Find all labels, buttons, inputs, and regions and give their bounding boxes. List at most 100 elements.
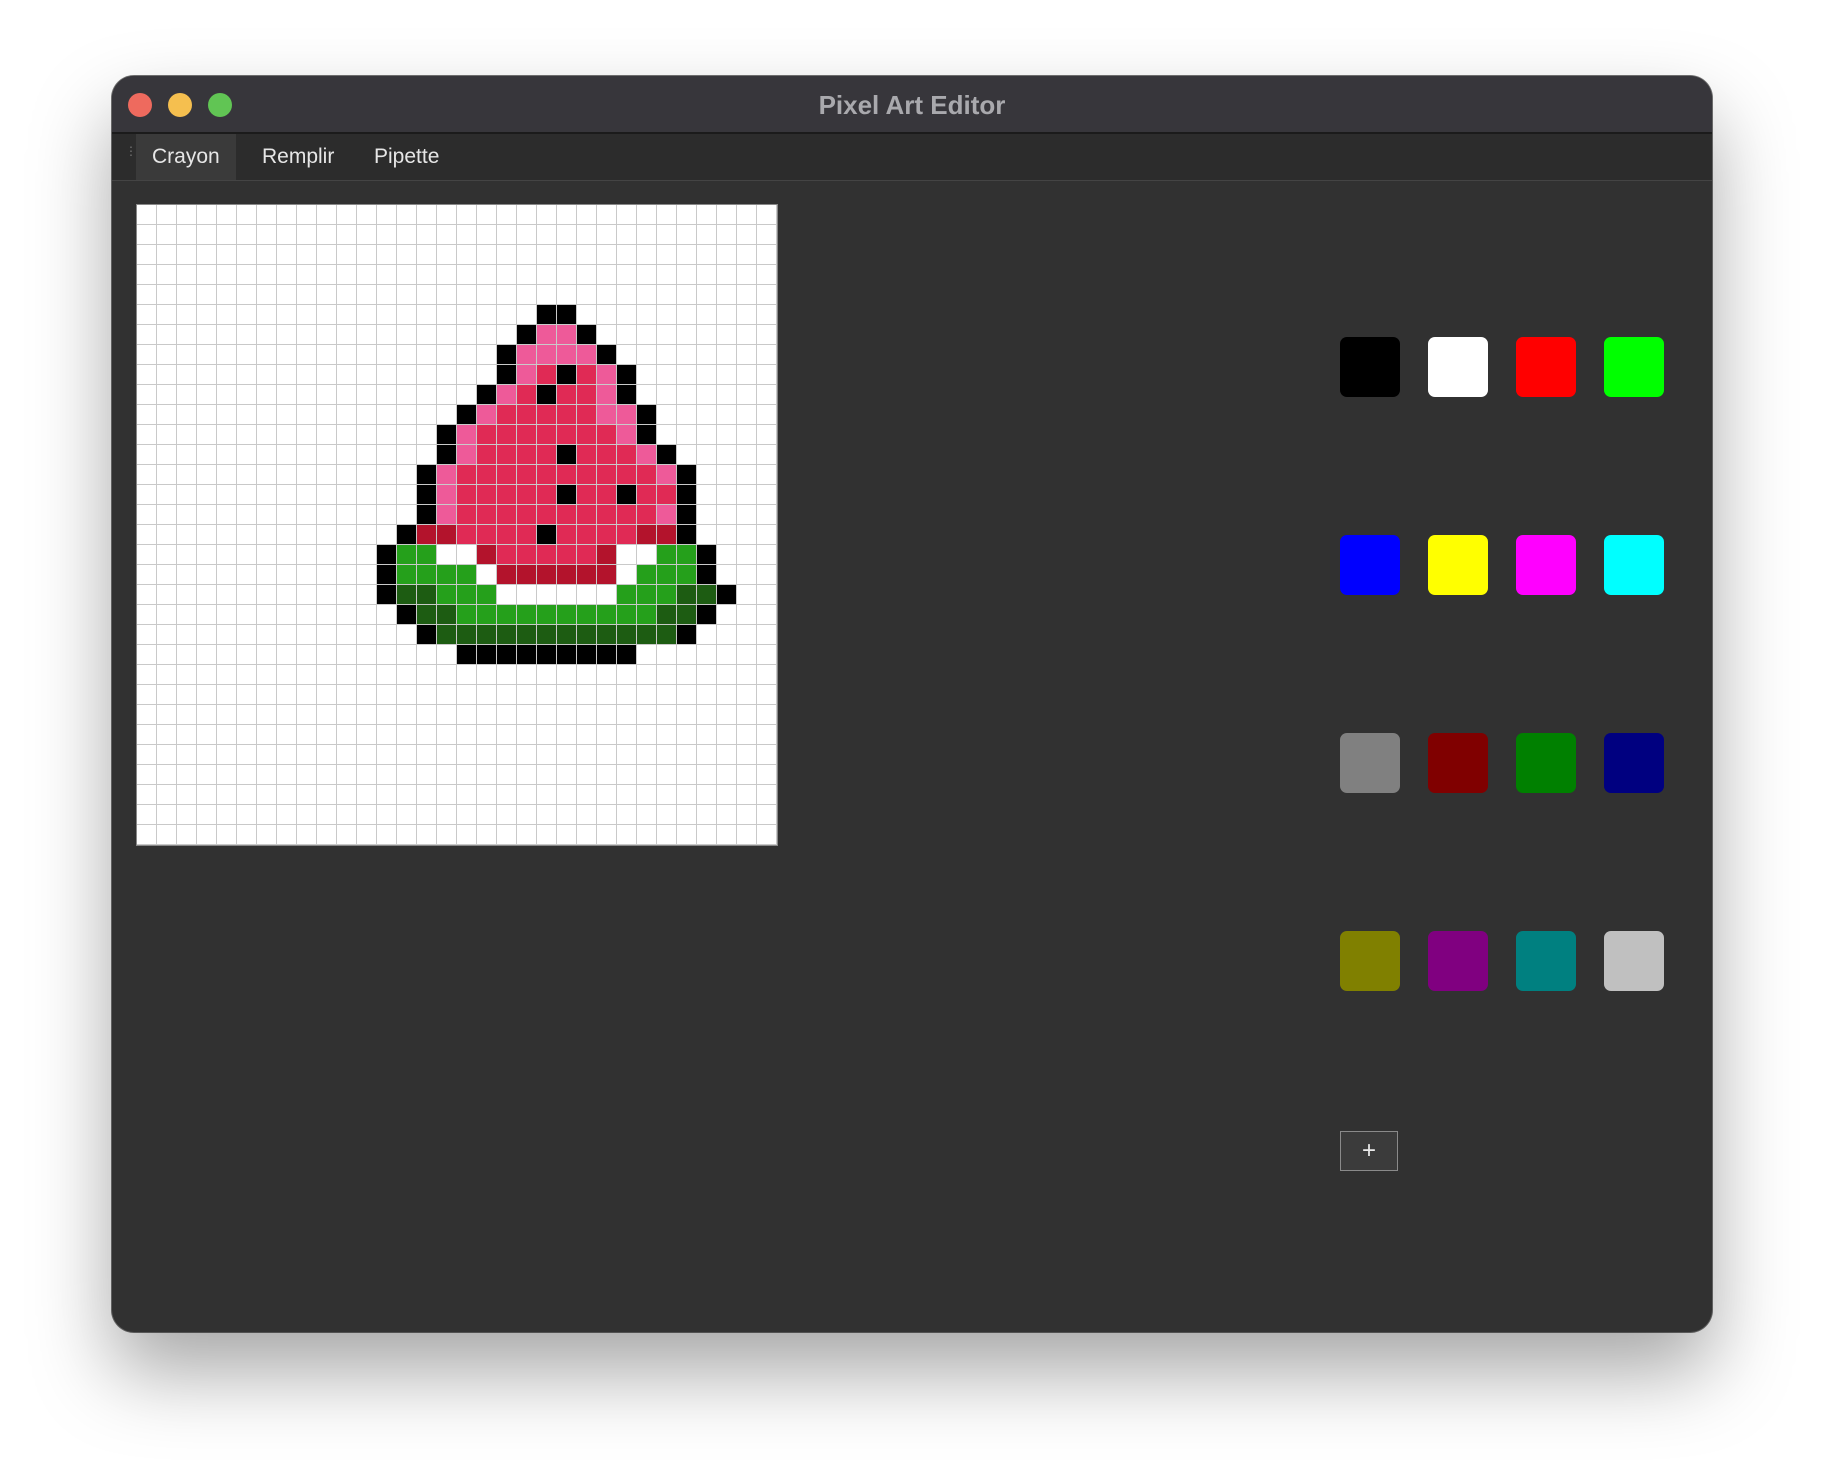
pixel-cell[interactable] xyxy=(537,725,557,745)
pixel-cell[interactable] xyxy=(497,485,517,505)
pixel-cell[interactable] xyxy=(197,325,217,345)
pixel-cell[interactable] xyxy=(757,305,777,325)
pixel-cell[interactable] xyxy=(637,365,657,385)
pixel-cell[interactable] xyxy=(357,545,377,565)
pixel-cell[interactable] xyxy=(197,565,217,585)
pixel-cell[interactable] xyxy=(617,325,637,345)
pixel-cell[interactable] xyxy=(457,425,477,445)
pixel-cell[interactable] xyxy=(257,245,277,265)
pixel-cell[interactable] xyxy=(657,525,677,545)
pixel-cell[interactable] xyxy=(237,245,257,265)
pixel-cell[interactable] xyxy=(677,665,697,685)
pixel-cell[interactable] xyxy=(617,245,637,265)
pixel-cell[interactable] xyxy=(417,625,437,645)
pixel-cell[interactable] xyxy=(337,525,357,545)
pixel-cell[interactable] xyxy=(157,325,177,345)
pixel-cell[interactable] xyxy=(417,485,437,505)
pixel-cell[interactable] xyxy=(277,725,297,745)
pixel-cell[interactable] xyxy=(517,265,537,285)
pixel-cell[interactable] xyxy=(737,685,757,705)
pixel-cell[interactable] xyxy=(137,505,157,525)
pixel-cell[interactable] xyxy=(617,625,637,645)
pixel-cell[interactable] xyxy=(577,285,597,305)
pixel-cell[interactable] xyxy=(617,725,637,745)
pixel-cell[interactable] xyxy=(177,745,197,765)
pixel-cell[interactable] xyxy=(277,345,297,365)
pixel-cell[interactable] xyxy=(717,665,737,685)
pixel-cell[interactable] xyxy=(217,305,237,325)
pixel-cell[interactable] xyxy=(157,605,177,625)
pixel-cell[interactable] xyxy=(157,445,177,465)
pixel-cell[interactable] xyxy=(317,365,337,385)
pixel-cell[interactable] xyxy=(457,525,477,545)
pixel-cell[interactable] xyxy=(437,585,457,605)
pixel-cell[interactable] xyxy=(317,625,337,645)
pixel-cell[interactable] xyxy=(377,565,397,585)
pixel-cell[interactable] xyxy=(397,245,417,265)
pixel-cell[interactable] xyxy=(257,465,277,485)
pixel-cell[interactable] xyxy=(737,825,757,845)
pixel-cell[interactable] xyxy=(237,745,257,765)
pixel-cell[interactable] xyxy=(397,645,417,665)
pixel-cell[interactable] xyxy=(317,645,337,665)
pixel-cell[interactable] xyxy=(717,625,737,645)
pixel-cell[interactable] xyxy=(237,705,257,725)
pixel-cell[interactable] xyxy=(477,505,497,525)
pixel-cell[interactable] xyxy=(277,325,297,345)
pixel-cell[interactable] xyxy=(137,725,157,745)
pixel-cell[interactable] xyxy=(317,525,337,545)
pixel-cell[interactable] xyxy=(197,265,217,285)
pixel-cell[interactable] xyxy=(597,605,617,625)
pixel-cell[interactable] xyxy=(377,505,397,525)
pixel-cell[interactable] xyxy=(477,645,497,665)
pixel-cell[interactable] xyxy=(437,665,457,685)
pixel-cell[interactable] xyxy=(237,725,257,745)
pixel-cell[interactable] xyxy=(357,825,377,845)
pixel-cell[interactable] xyxy=(157,525,177,545)
pixel-cell[interactable] xyxy=(477,525,497,545)
pixel-cell[interactable] xyxy=(717,525,737,545)
pixel-cell[interactable] xyxy=(677,645,697,665)
pixel-cell[interactable] xyxy=(457,245,477,265)
pixel-cell[interactable] xyxy=(437,405,457,425)
pixel-cell[interactable] xyxy=(437,485,457,505)
pixel-cell[interactable] xyxy=(597,825,617,845)
pixel-cell[interactable] xyxy=(137,385,157,405)
pixel-cell[interactable] xyxy=(297,485,317,505)
pixel-cell[interactable] xyxy=(277,825,297,845)
pixel-cell[interactable] xyxy=(137,245,157,265)
pixel-cell[interactable] xyxy=(317,425,337,445)
pixel-cell[interactable] xyxy=(597,245,617,265)
pixel-cell[interactable] xyxy=(517,685,537,705)
pixel-cell[interactable] xyxy=(217,765,237,785)
pixel-cell[interactable] xyxy=(597,705,617,725)
pixel-cell[interactable] xyxy=(757,385,777,405)
pixel-cell[interactable] xyxy=(217,665,237,685)
pixel-cell[interactable] xyxy=(397,745,417,765)
pixel-cell[interactable] xyxy=(497,505,517,525)
pixel-cell[interactable] xyxy=(377,365,397,385)
pixel-cell[interactable] xyxy=(177,305,197,325)
pixel-cell[interactable] xyxy=(217,345,237,365)
pixel-cell[interactable] xyxy=(237,545,257,565)
pixel-cell[interactable] xyxy=(497,685,517,705)
pixel-cell[interactable] xyxy=(197,505,217,525)
pixel-cell[interactable] xyxy=(617,225,637,245)
pixel-cell[interactable] xyxy=(577,565,597,585)
pixel-cell[interactable] xyxy=(377,425,397,445)
pixel-cell[interactable] xyxy=(437,765,457,785)
pixel-cell[interactable] xyxy=(397,565,417,585)
pixel-cell[interactable] xyxy=(157,645,177,665)
pixel-cell[interactable] xyxy=(517,665,537,685)
pixel-cell[interactable] xyxy=(357,705,377,725)
pixel-cell[interactable] xyxy=(757,565,777,585)
pixel-cell[interactable] xyxy=(257,745,277,765)
pixel-cell[interactable] xyxy=(297,565,317,585)
pixel-cell[interactable] xyxy=(217,805,237,825)
pixel-cell[interactable] xyxy=(357,225,377,245)
pixel-cell[interactable] xyxy=(577,445,597,465)
pixel-cell[interactable] xyxy=(197,685,217,705)
pixel-cell[interactable] xyxy=(297,405,317,425)
pixel-cell[interactable] xyxy=(417,665,437,685)
pixel-cell[interactable] xyxy=(257,565,277,585)
